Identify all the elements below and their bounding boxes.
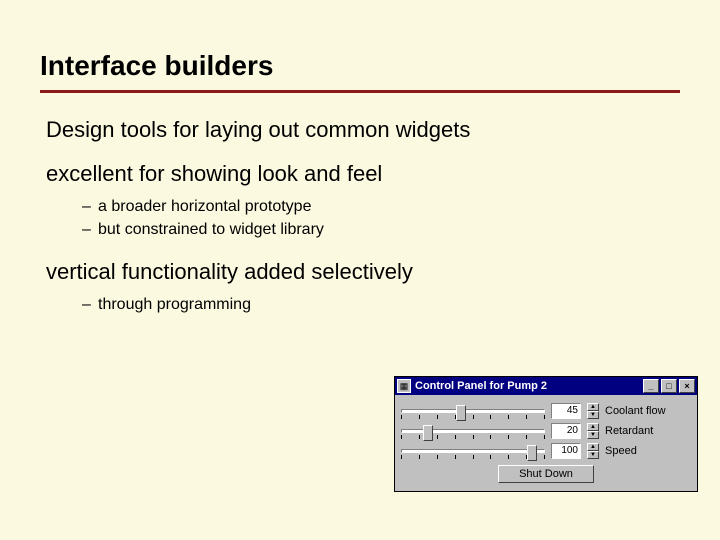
slider-track[interactable] — [401, 409, 545, 413]
spin-up[interactable]: ▲ — [587, 403, 599, 411]
bullet-design-tools: Design tools for laying out common widge… — [46, 117, 680, 143]
slider-row-coolant: 45 ▲ ▼ Coolant flow — [401, 403, 691, 419]
slider-label: Retardant — [605, 425, 691, 437]
slider-row-retardant: 20 ▲ ▼ Retardant — [401, 423, 691, 439]
sub-bullet: a broader horizontal prototype — [82, 195, 680, 218]
slider-label: Coolant flow — [605, 405, 691, 417]
value-box[interactable]: 45 — [551, 403, 581, 419]
bullet-vertical-functionality: vertical functionality added selectively — [46, 259, 680, 285]
slider-thumb[interactable] — [456, 405, 466, 421]
minimize-button[interactable]: _ — [643, 379, 659, 393]
sub-bullet: but constrained to widget library — [82, 218, 680, 241]
window-titlebar[interactable]: ▦ Control Panel for Pump 2 _ □ × — [395, 377, 697, 395]
sub-bullet: through programming — [82, 293, 680, 316]
slider-row-speed: 100 ▲ ▼ Speed — [401, 443, 691, 459]
maximize-button[interactable]: □ — [661, 379, 677, 393]
slide-title: Interface builders — [40, 50, 680, 93]
slider-track[interactable] — [401, 429, 545, 433]
app-icon: ▦ — [397, 379, 411, 393]
slider-thumb[interactable] — [527, 445, 537, 461]
spin-up[interactable]: ▲ — [587, 423, 599, 431]
value-box[interactable]: 20 — [551, 423, 581, 439]
example-control-panel: ▦ Control Panel for Pump 2 _ □ × 45 ▲ ▼ … — [394, 376, 698, 492]
spin-down[interactable]: ▼ — [587, 431, 599, 439]
bullet-look-and-feel: excellent for showing look and feel — [46, 161, 680, 187]
slider-label: Speed — [605, 445, 691, 457]
spin-down[interactable]: ▼ — [587, 451, 599, 459]
spin-up[interactable]: ▲ — [587, 443, 599, 451]
shutdown-button[interactable]: Shut Down — [498, 465, 594, 483]
slider-track[interactable] — [401, 449, 545, 453]
close-button[interactable]: × — [679, 379, 695, 393]
window-caption: Control Panel for Pump 2 — [415, 380, 641, 392]
slider-thumb[interactable] — [423, 425, 433, 441]
value-box[interactable]: 100 — [551, 443, 581, 459]
spin-down[interactable]: ▼ — [587, 411, 599, 419]
